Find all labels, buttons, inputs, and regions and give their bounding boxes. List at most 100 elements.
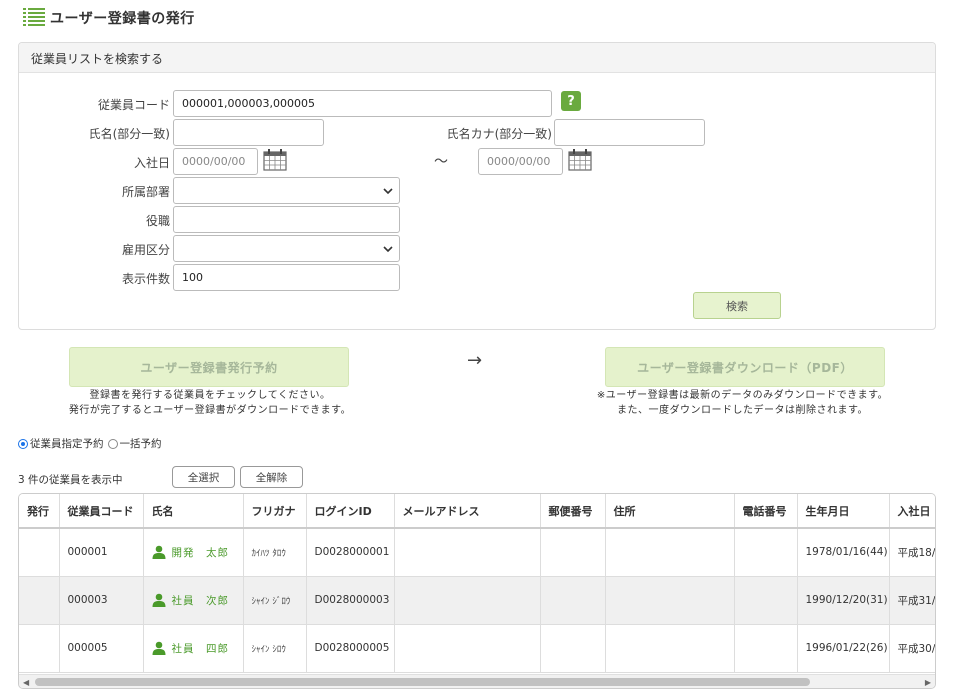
name-cell-wrap: 社員 四郎 <box>143 624 244 673</box>
employment-type-label: 雇用区分 <box>121 243 170 257</box>
person-icon <box>152 593 165 607</box>
scroll-right-icon[interactable]: ▶ <box>925 678 931 687</box>
col-name[interactable]: 氏名 <box>143 494 244 529</box>
download-note: ※ユーザー登録書は最新のデータのみダウンロードできます。 また、一度ダウンロード… <box>560 388 925 418</box>
scroll-left-icon[interactable]: ◀ <box>23 678 29 687</box>
position-label: 役職 <box>145 214 170 228</box>
table-row[interactable]: 000001 開発 太郎 ｶｲﾊﾂ ﾀﾛｳ D0028000001 1978/0… <box>19 528 935 577</box>
reserve-note: 登録書を発行する従業員をチェックしてください。 発行が完了するとユーザー登録書が… <box>30 388 390 418</box>
employee-code-input[interactable]: 000001,000003,000005 <box>173 90 552 117</box>
page-header: ユーザー登録書の発行 <box>22 4 195 32</box>
position-input[interactable] <box>173 206 400 233</box>
arrow-right-icon: → <box>467 350 483 371</box>
calendar-icon[interactable] <box>568 149 592 171</box>
address-cell <box>605 624 735 673</box>
radio-bulk-reserve[interactable] <box>107 438 118 449</box>
employee-table: 発行 従業員コード 氏名 フリガナ ログインID メールアドレス 郵便番号 住所… <box>19 494 935 673</box>
col-login-id[interactable]: ログインID <box>306 494 395 529</box>
reserve-note-line: 発行が完了するとユーザー登録書がダウンロードできます。 <box>68 405 352 416</box>
name-kana-input[interactable] <box>554 119 705 146</box>
zip-cell <box>540 576 606 625</box>
hire-date-to-input[interactable]: 0000/00/00 <box>478 148 563 175</box>
radio-employee-reserve-label[interactable]: 従業員指定予約 <box>30 436 104 451</box>
person-icon <box>152 641 165 655</box>
help-button[interactable]: ? <box>561 91 581 111</box>
radio-bulk-reserve-label[interactable]: 一括予約 <box>120 436 162 451</box>
furigana-cell: ｼｬｲﾝ ｼﾞﾛｳ <box>243 576 307 625</box>
employee-code-cell: 000003 <box>59 576 144 625</box>
reserve-note-line: 登録書を発行する従業員をチェックしてください。 <box>89 390 331 401</box>
name-cell-wrap: 開発 太郎 <box>143 528 244 577</box>
list-icon <box>23 8 45 26</box>
employee-name[interactable]: 開発 太郎 <box>172 545 230 560</box>
download-pdf-button[interactable]: ユーザー登録書ダウンロード（PDF） <box>605 347 885 387</box>
birthdate-cell: 1996/01/22(26) <box>797 624 890 673</box>
birthdate-cell: 1978/01/16(44) <box>797 528 890 577</box>
employee-name[interactable]: 社員 次郎 <box>172 593 230 608</box>
hire-date-from-input[interactable]: 0000/00/00 <box>173 148 258 175</box>
select-all-button[interactable]: 全選択 <box>172 466 235 488</box>
name-input[interactable] <box>173 119 324 146</box>
hire-date-cell: 平成31/ <box>889 576 935 625</box>
name-cell[interactable]: 開発 太郎 <box>152 545 235 560</box>
radio-employee-reserve[interactable] <box>18 438 28 449</box>
email-cell <box>394 528 541 577</box>
search-button[interactable]: 検索 <box>693 292 781 319</box>
phone-cell <box>734 528 798 577</box>
issue-cell[interactable] <box>19 576 60 625</box>
issue-cell[interactable] <box>19 528 60 577</box>
col-address[interactable]: 住所 <box>605 494 735 529</box>
reserve-button[interactable]: ユーザー登録書発行予約 <box>69 347 349 387</box>
col-email[interactable]: メールアドレス <box>394 494 541 529</box>
hire-date-label: 入社日 <box>133 156 170 170</box>
address-cell <box>605 576 735 625</box>
deselect-all-button[interactable]: 全解除 <box>240 466 303 488</box>
name-label: 氏名(部分一致) <box>88 127 170 141</box>
login-id-cell: D0028000005 <box>306 624 395 673</box>
employee-table-container[interactable]: 発行 従業員コード 氏名 フリガナ ログインID メールアドレス 郵便番号 住所… <box>18 493 936 689</box>
horizontal-scrollbar[interactable]: ◀ ▶ <box>19 674 935 688</box>
person-icon <box>152 545 165 560</box>
page-title: ユーザー登録書の発行 <box>50 11 195 27</box>
col-furigana[interactable]: フリガナ <box>243 494 307 529</box>
name-cell[interactable]: 社員 四郎 <box>152 641 235 656</box>
phone-cell <box>734 624 798 673</box>
phone-cell <box>734 576 798 625</box>
department-label: 所属部署 <box>121 185 170 199</box>
zip-cell <box>540 528 606 577</box>
name-cell[interactable]: 社員 次郎 <box>152 593 235 608</box>
display-count-label: 表示件数 <box>121 272 170 286</box>
department-select[interactable] <box>173 177 400 204</box>
employee-code-cell: 000001 <box>59 528 144 577</box>
display-count-input[interactable]: 100 <box>173 264 400 291</box>
issue-cell[interactable] <box>19 624 60 673</box>
name-cell-wrap: 社員 次郎 <box>143 576 244 625</box>
employee-name[interactable]: 社員 四郎 <box>172 641 230 656</box>
calendar-icon[interactable] <box>263 149 287 171</box>
col-zip[interactable]: 郵便番号 <box>540 494 606 529</box>
hire-date-cell: 平成18/ <box>889 528 935 577</box>
email-cell <box>394 576 541 625</box>
address-cell <box>605 528 735 577</box>
range-separator: ～ <box>434 154 448 170</box>
col-birthdate[interactable]: 生年月日 <box>797 494 890 529</box>
table-row[interactable]: 000003 社員 次郎 ｼｬｲﾝ ｼﾞﾛｳ D0028000003 1990/… <box>19 576 935 625</box>
name-kana-label: 氏名カナ(部分一致) <box>446 127 552 141</box>
birthdate-cell: 1990/12/20(31) <box>797 576 890 625</box>
search-panel-title: 従業員リストを検索する <box>19 43 935 73</box>
download-note-line: ※ユーザー登録書は最新のデータのみダウンロードできます。 <box>596 390 889 401</box>
reservation-mode-group: 従業員指定予約 一括予約 <box>18 436 166 451</box>
employee-code-cell: 000005 <box>59 624 144 673</box>
col-phone[interactable]: 電話番号 <box>734 494 798 529</box>
table-row[interactable]: 000005 社員 四郎 ｼｬｲﾝ ｼﾛｳ D0028000005 1996/0… <box>19 624 935 673</box>
zip-cell <box>540 624 606 673</box>
hire-date-cell: 平成30/ <box>889 624 935 673</box>
col-hire-date[interactable]: 入社日 <box>889 494 935 529</box>
col-employee-code[interactable]: 従業員コード <box>59 494 144 529</box>
login-id-cell: D0028000003 <box>306 576 395 625</box>
scrollbar-thumb[interactable] <box>35 678 810 686</box>
col-issue[interactable]: 発行 <box>19 494 60 529</box>
table-header-row: 発行 従業員コード 氏名 フリガナ ログインID メールアドレス 郵便番号 住所… <box>19 494 935 529</box>
employment-type-select[interactable] <box>173 235 400 262</box>
result-count: 3 件の従業員を表示中 <box>18 474 123 486</box>
